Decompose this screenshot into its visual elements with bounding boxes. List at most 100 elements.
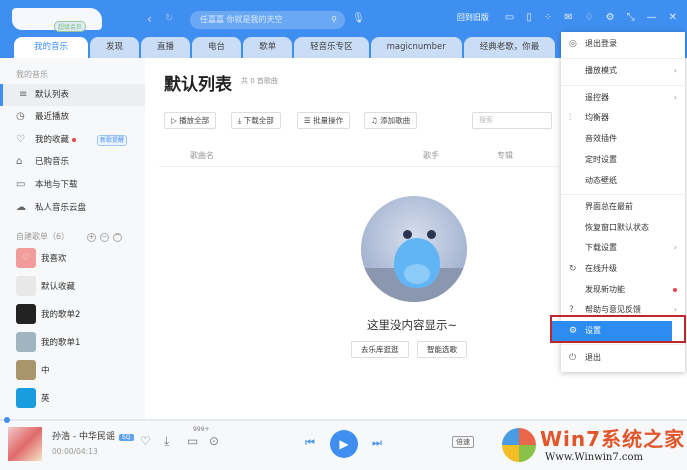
more-icon[interactable]: ⊙ xyxy=(209,434,219,448)
label: 恢复窗口默认状态 xyxy=(585,223,649,232)
label: 我的收藏 xyxy=(35,135,70,145)
add-playlist-icon[interactable]: + xyxy=(87,233,97,242)
tab-my-music[interactable]: 我的音乐 xyxy=(14,37,89,58)
apps-icon[interactable]: ⁘ xyxy=(544,12,552,23)
sidebar-item-cloud[interactable]: ☁ 私人音乐云盘 xyxy=(0,197,145,219)
add-song-button[interactable]: ♫ 添加歌曲 xyxy=(364,112,418,129)
menu-restore-window[interactable]: 恢复窗口默认状态 xyxy=(561,218,685,238)
playlist-item[interactable]: 中 xyxy=(16,360,146,382)
collapse-icon[interactable]: ^ xyxy=(113,233,123,242)
play-time: 00:00/04:13 xyxy=(52,447,98,456)
column-artist: 歌手 xyxy=(423,151,439,160)
notification-dot xyxy=(673,288,677,292)
message-icon[interactable]: ▭ xyxy=(505,12,514,23)
menu-play-mode[interactable]: 播放模式 › xyxy=(561,61,685,81)
label: 我的歌单1 xyxy=(41,338,81,348)
tab-radio[interactable]: 电台 xyxy=(192,37,242,58)
playlist-item[interactable]: 默认收藏 xyxy=(16,276,146,298)
sidebar-item-recent[interactable]: ◷ 最近播放 xyxy=(0,106,145,128)
playlist-item[interactable]: 我的歌单2 xyxy=(16,304,146,326)
tab-playlists[interactable]: 歌单 xyxy=(243,37,293,58)
play-button[interactable]: ▶ xyxy=(330,430,358,458)
sidebar-item-local[interactable]: ▭ 本地与下载 xyxy=(0,174,145,196)
menu-download-settings[interactable]: 下载设置 › xyxy=(561,238,685,258)
tab-classic[interactable]: 经典老歌，你最 xyxy=(463,37,556,58)
song-title[interactable]: 孙浩 - 中华民谣 xyxy=(52,432,115,442)
gear-icon[interactable]: ⚙ xyxy=(606,12,615,23)
list-search-input[interactable]: 搜索 xyxy=(472,112,552,129)
tab-light-music[interactable]: 轻音乐专区 xyxy=(294,37,369,58)
page-title: 默认列表 xyxy=(164,75,232,95)
menu-effects[interactable]: 音效插件 xyxy=(561,129,685,149)
playlist-item[interactable]: 英 xyxy=(16,388,146,410)
sidebar-item-favorites[interactable]: ♡ 我的收藏 新歌提醒 xyxy=(0,129,145,151)
menu-timer[interactable]: 定时设置 xyxy=(561,150,685,170)
playlist-cover xyxy=(16,276,36,296)
browse-library-button[interactable]: 去乐库逛逛 xyxy=(351,341,409,358)
menu-update[interactable]: ↻ 在线升级 xyxy=(561,259,685,279)
notification-dot xyxy=(72,137,77,142)
heart-icon: ♡ xyxy=(16,248,36,268)
search-icon[interactable]: ⚲ xyxy=(331,11,337,29)
tab-magicnumber[interactable]: magicnumber xyxy=(370,37,462,58)
play-all-button[interactable]: ▷ 播放全部 xyxy=(164,112,217,129)
phone-icon[interactable]: ▯ xyxy=(526,12,532,23)
previous-icon[interactable]: ⏮ xyxy=(305,436,315,450)
monitor-icon: ▭ xyxy=(16,179,26,190)
new-song-badge: 新歌提醒 xyxy=(97,135,128,146)
speed-button[interactable]: 倍速 xyxy=(452,436,474,448)
search-input[interactable]: 任嘉嘉 你就是我的天空 ⚲ xyxy=(190,11,345,29)
menu-remote[interactable]: 遥控器 › xyxy=(561,88,685,108)
remove-playlist-icon[interactable]: − xyxy=(100,233,110,242)
refresh-icon[interactable]: ↻ xyxy=(165,13,173,24)
column-album: 专辑 xyxy=(497,151,513,160)
mini-mode-icon[interactable]: ⤡ xyxy=(627,12,635,23)
back-icon[interactable]: ‹ xyxy=(147,12,152,26)
label: 播放模式 xyxy=(585,66,617,75)
skin-icon[interactable]: ♢ xyxy=(585,12,594,23)
tab-discover[interactable]: 发现 xyxy=(90,37,140,58)
label: 音效插件 xyxy=(585,134,617,143)
progress-bar[interactable] xyxy=(0,417,687,423)
menu-always-on-top[interactable]: 界面总在最前 xyxy=(561,197,685,217)
next-icon[interactable]: ⏭ xyxy=(372,436,382,450)
sidebar-item-default-list[interactable]: ≡ 默认列表 xyxy=(0,84,145,106)
menu-exit[interactable]: ⏻ 退出 xyxy=(561,348,685,368)
vip-badge: 超级会员 xyxy=(54,21,87,32)
close-icon[interactable]: ✕ xyxy=(669,12,677,23)
label: 动态壁纸 xyxy=(585,176,617,185)
download-all-button[interactable]: ⤓ 下载全部 xyxy=(231,112,281,129)
menu-new-features[interactable]: 发现新功能 xyxy=(561,280,685,300)
playlist-item[interactable]: ♡ 我喜欢 xyxy=(16,248,146,270)
user-avatar-area[interactable]: 超级会员 xyxy=(12,8,102,32)
main-tabs: 我的音乐 发现 直播 电台 歌单 轻音乐专区 magicnumber 经典老歌，… xyxy=(14,37,557,58)
menu-wallpaper[interactable]: 动态壁纸 xyxy=(561,171,685,191)
empty-illustration xyxy=(361,196,467,302)
progress-knob[interactable] xyxy=(4,417,10,423)
menu-logout[interactable]: ◎ 退出登录 xyxy=(561,34,685,54)
smart-pick-button[interactable]: 智能选歌 xyxy=(417,341,467,358)
voice-search-icon[interactable]: 🎙 xyxy=(352,13,365,24)
playlist-cover xyxy=(16,332,36,352)
label: 遥控器 xyxy=(585,93,609,102)
mail-icon[interactable]: ✉ xyxy=(564,12,572,23)
label: 已购音乐 xyxy=(35,157,70,167)
menu-equalizer[interactable]: ⫶ 均衡器 xyxy=(561,108,685,128)
now-playing: 孙浩 - 中华民谣 SQ xyxy=(52,429,134,442)
label: 定时设置 xyxy=(585,155,617,164)
sidebar-item-purchased[interactable]: ⌂ 已购音乐 xyxy=(0,151,145,173)
playlist-cover xyxy=(16,388,36,408)
comment-icon[interactable]: ▭ xyxy=(187,434,198,448)
label: 在线升级 xyxy=(585,264,617,273)
old-version-link[interactable]: 回到旧版 xyxy=(457,12,489,23)
download-icon[interactable]: ⤓ xyxy=(164,434,169,449)
like-icon[interactable]: ♡ xyxy=(140,434,151,448)
album-cover[interactable] xyxy=(8,427,42,461)
batch-button[interactable]: ☰ 批量操作 xyxy=(297,112,351,129)
tab-live[interactable]: 直播 xyxy=(141,37,191,58)
minimize-icon[interactable]: — xyxy=(647,12,657,23)
chevron-right-icon: › xyxy=(673,66,677,75)
playlist-item[interactable]: 我的歌单1 xyxy=(16,332,146,354)
column-song: 歌曲名 xyxy=(190,151,214,160)
update-icon: ↻ xyxy=(569,264,577,274)
